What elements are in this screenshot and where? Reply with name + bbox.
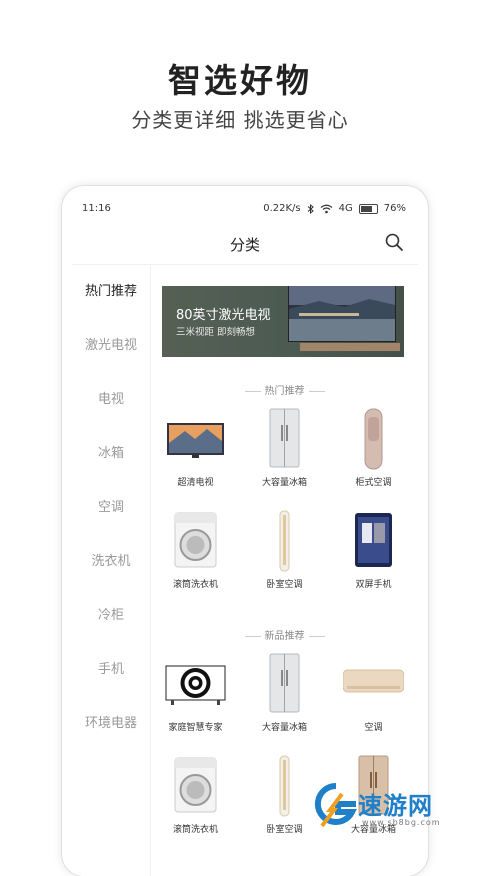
section-title-hot: 热门推荐 bbox=[151, 382, 418, 397]
sidebar-item[interactable]: 热门推荐 bbox=[72, 265, 150, 319]
wall-ac-product-icon bbox=[342, 652, 405, 716]
watermark-url: www.sb8bg.com bbox=[362, 818, 441, 827]
product-label: 柜式空调 bbox=[355, 478, 392, 488]
product-label: 大容量冰箱 bbox=[261, 723, 307, 733]
tower-ac-product-icon bbox=[343, 407, 404, 471]
banner-subtitle: 三米视距 即刻畅想 bbox=[176, 327, 256, 338]
banner-tv-stand bbox=[300, 343, 400, 351]
sidebar-item[interactable]: 激光电视 bbox=[72, 319, 150, 373]
category-sidebar: 热门推荐 激光电视 电视 冰箱 空调 洗衣机 冷柜 手机 环境电器 bbox=[72, 265, 151, 876]
product-label: 超清电视 bbox=[177, 478, 214, 488]
product-label: 卧室空调 bbox=[266, 580, 303, 590]
sidebar-item[interactable]: 冰箱 bbox=[72, 427, 150, 481]
phone-frame: 11:16 0.22K/s 4G 76% 分类 热门推荐 激光电视 电视 冰箱 … bbox=[62, 186, 428, 876]
watermark-text: 速游网 bbox=[358, 792, 433, 820]
washer-product-icon bbox=[165, 509, 226, 573]
product-label: 大容量冰箱 bbox=[261, 478, 307, 488]
sidebar-item[interactable]: 冷柜 bbox=[72, 589, 150, 643]
network-type: 4G bbox=[338, 203, 353, 214]
network-speed: 0.22K/s bbox=[263, 203, 301, 214]
product-item[interactable]: 柜式空调 bbox=[329, 407, 418, 495]
tv-product-icon bbox=[165, 407, 226, 471]
sidebar-item[interactable]: 手机 bbox=[72, 643, 150, 697]
sidebar-item[interactable]: 电视 bbox=[72, 373, 150, 427]
product-item[interactable]: 双屏手机 bbox=[329, 509, 418, 597]
product-label: 滚筒洗衣机 bbox=[172, 580, 218, 590]
search-icon[interactable] bbox=[384, 232, 404, 252]
product-item[interactable]: 空调 bbox=[329, 652, 418, 740]
watermark-logo: 速游网 www.sb8bg.com bbox=[312, 780, 472, 840]
product-item[interactable]: 卧室空调 bbox=[240, 509, 329, 597]
fridge-product-icon bbox=[254, 407, 315, 471]
product-label: 家庭智慧专家 bbox=[168, 723, 223, 733]
product-item[interactable]: 滚筒洗衣机 bbox=[151, 509, 240, 597]
product-item[interactable]: 大容量冰箱 bbox=[240, 652, 329, 740]
app-screen: 11:16 0.22K/s 4G 76% 分类 热门推荐 激光电视 电视 冰箱 … bbox=[72, 194, 418, 876]
battery-icon bbox=[358, 203, 378, 214]
wifi-icon bbox=[320, 204, 333, 213]
page-title: 分类 bbox=[229, 236, 260, 254]
washer-product-icon bbox=[165, 754, 226, 818]
product-item[interactable]: 滚筒洗衣机 bbox=[151, 754, 240, 842]
app-header: 分类 bbox=[72, 222, 418, 265]
sidebar-item[interactable]: 空调 bbox=[72, 481, 150, 535]
smart-tv-product-icon bbox=[165, 652, 226, 716]
battery-level: 76% bbox=[383, 203, 406, 214]
section-title-new: 新品推荐 bbox=[151, 627, 418, 642]
product-item[interactable]: 家庭智慧专家 bbox=[151, 652, 240, 740]
product-item[interactable]: 超清电视 bbox=[151, 407, 240, 495]
sidebar-item[interactable]: 环境电器 bbox=[72, 697, 150, 751]
promo-subtitle: 分类更详细 挑选更省心 bbox=[131, 108, 349, 132]
dual-screen-phone-icon bbox=[343, 509, 404, 573]
promo-banner[interactable]: 80英寸激光电视 三米视距 即刻畅想 bbox=[162, 286, 404, 357]
status-indicators: 0.22K/s 4G 76% bbox=[263, 203, 406, 214]
sidebar-item[interactable]: 洗衣机 bbox=[72, 535, 150, 589]
promo-title: 智选好物 bbox=[168, 61, 312, 100]
bluetooth-icon bbox=[307, 203, 314, 214]
product-item[interactable]: 大容量冰箱 bbox=[240, 407, 329, 495]
bedroom-ac-product-icon bbox=[254, 509, 315, 573]
status-bar: 11:16 0.22K/s 4G 76% bbox=[72, 194, 418, 222]
status-time: 11:16 bbox=[82, 203, 111, 214]
fridge-product-icon bbox=[254, 652, 315, 716]
product-label: 双屏手机 bbox=[355, 580, 392, 590]
bedroom-ac-product-icon bbox=[254, 754, 315, 818]
banner-title: 80英寸激光电视 bbox=[176, 308, 271, 323]
banner-tv-image bbox=[288, 286, 396, 342]
product-label: 滚筒洗衣机 bbox=[172, 825, 218, 835]
product-label: 空调 bbox=[364, 723, 383, 733]
